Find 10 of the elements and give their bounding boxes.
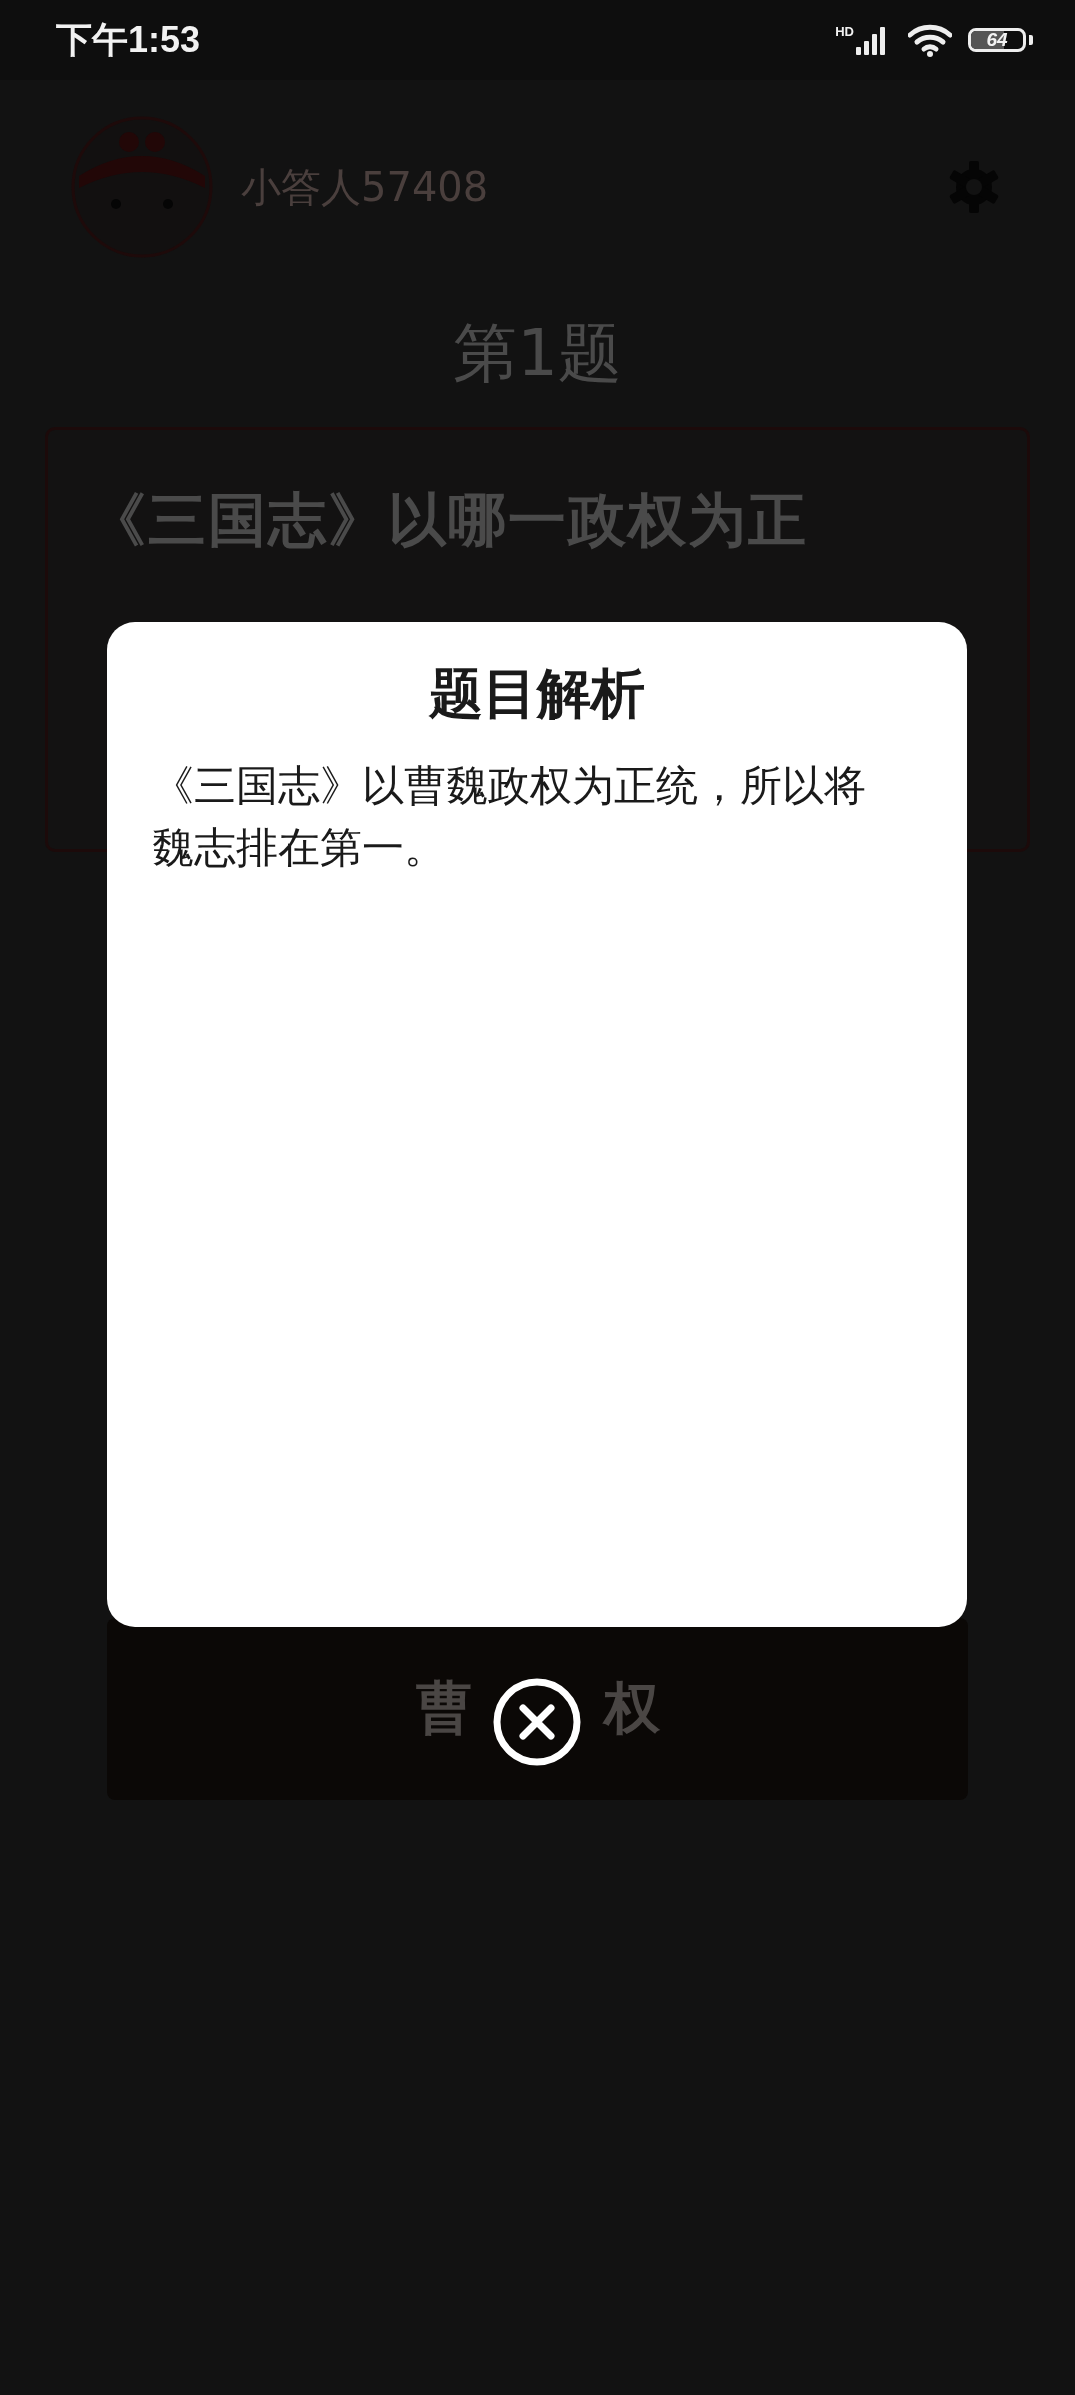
question-number: 第1题	[452, 315, 623, 392]
wifi-icon	[908, 23, 952, 57]
avatar-icon	[71, 116, 213, 258]
question-text: 《三国志》以哪一政权为正	[88, 485, 809, 556]
explanation-text: 《三国志》以曹魏政权为正统，所以将魏志排在第一。	[152, 759, 867, 874]
answer-button[interactable]: 曹 权	[107, 1618, 968, 1800]
clock-time: 下午1:53	[56, 17, 201, 62]
username: 小答人57408	[241, 162, 490, 212]
hd-label: HD	[835, 25, 854, 38]
dialog-title: 题目解析	[428, 662, 646, 727]
